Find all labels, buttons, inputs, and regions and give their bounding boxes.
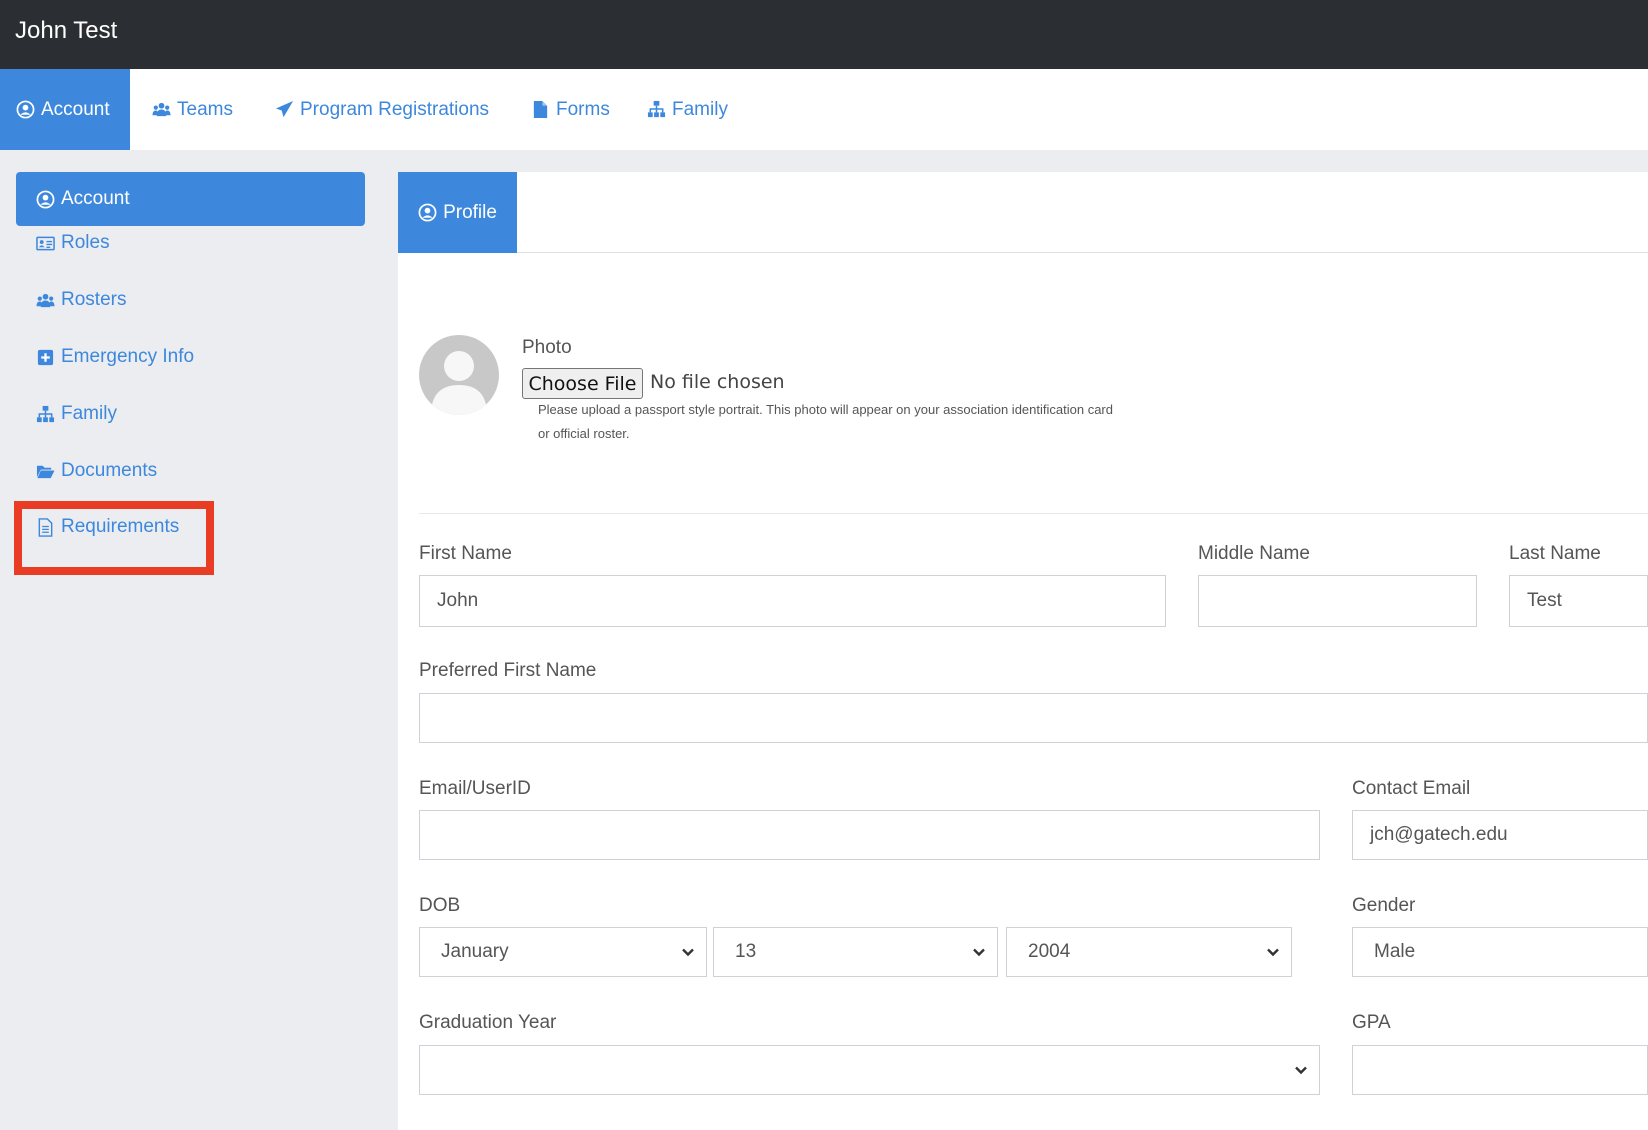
middle-name-field[interactable] <box>1198 575 1477 627</box>
nav-tab-program-registrations[interactable]: Program Registrations <box>275 69 489 150</box>
sidebar-item-account[interactable]: Account <box>16 172 365 226</box>
users-icon <box>152 102 171 117</box>
sidebar-item-emergency-info[interactable]: Emergency Info <box>36 346 194 368</box>
contact-email-label: Contact Email <box>1352 778 1471 799</box>
chevron-down-icon <box>1267 948 1279 957</box>
sidebar-item-label: Account <box>61 188 130 209</box>
gpa-label: GPA <box>1352 1012 1391 1033</box>
nav-tab-label: Teams <box>177 98 233 120</box>
sidebar-item-label: Emergency Info <box>61 346 195 367</box>
users-icon <box>36 293 55 307</box>
sidebar-item-roles[interactable]: Roles <box>36 232 110 254</box>
first-name-field[interactable]: John <box>419 575 1166 627</box>
gender-select[interactable]: Male <box>1352 927 1648 977</box>
sidebar: Account Roles Rosters Emergency Info Fam… <box>0 150 397 1130</box>
paper-plane-icon <box>275 100 294 118</box>
email-userid-label: Email/UserID <box>419 778 531 799</box>
dob-year-select[interactable]: 2004 <box>1006 927 1292 977</box>
user-name-title: John Test <box>15 17 118 44</box>
photo-help-line: Please upload a passport style portrait.… <box>538 402 1113 417</box>
chevron-down-icon <box>1295 1066 1307 1075</box>
user-circle-icon <box>16 100 35 119</box>
sidebar-item-documents[interactable]: Documents <box>36 460 157 482</box>
user-circle-icon <box>418 203 437 222</box>
sidebar-item-label: Roles <box>61 232 110 253</box>
requirements-highlight-box <box>14 501 214 575</box>
nav-tab-forms[interactable]: Forms <box>531 69 610 150</box>
dob-year-value: 2004 <box>1028 941 1071 962</box>
last-name-label: Last Name <box>1509 543 1601 564</box>
file-icon <box>533 100 548 119</box>
sidebar-item-label: Documents <box>61 460 158 481</box>
id-card-icon <box>36 236 55 250</box>
sidebar-item-family[interactable]: Family <box>36 403 117 425</box>
nav-tab-family[interactable]: Family <box>647 69 728 150</box>
user-circle-icon <box>36 190 55 208</box>
sitemap-icon <box>647 100 666 118</box>
tab-profile-label: Profile <box>443 201 497 223</box>
tab-profile[interactable]: Profile <box>398 172 517 253</box>
middle-name-label: Middle Name <box>1198 543 1310 564</box>
chevron-down-icon <box>682 948 694 957</box>
sidebar-item-label: Family <box>61 403 117 424</box>
nav-tab-label: Program Registrations <box>300 98 490 120</box>
choose-file-button[interactable]: Choose File <box>522 368 643 399</box>
nav-tab-label: Account <box>41 98 110 120</box>
avatar <box>419 335 499 415</box>
dob-month-select[interactable]: January <box>419 927 707 977</box>
dob-day-value: 13 <box>735 941 757 962</box>
email-userid-field[interactable] <box>419 810 1320 860</box>
app-header: John Test <box>0 0 1648 69</box>
file-status: No file chosen <box>650 371 785 393</box>
gender-label: Gender <box>1352 895 1416 916</box>
nav-tab-account[interactable]: Account <box>0 69 130 150</box>
nav-tab-teams[interactable]: Teams <box>152 69 233 150</box>
default-avatar-icon <box>431 351 487 415</box>
photo-help-text: Please upload a passport style portrait.… <box>538 398 1178 446</box>
last-name-field[interactable]: Test <box>1509 575 1648 627</box>
dob-month-value: January <box>441 941 509 962</box>
preferred-first-name-field[interactable] <box>419 693 1648 743</box>
chevron-down-icon <box>973 948 985 957</box>
nav-tab-label: Family <box>672 98 728 120</box>
profile-panel: Profile Photo Choose File No file chosen… <box>398 172 1648 1130</box>
folder-open-icon <box>36 465 55 478</box>
preferred-first-name-label: Preferred First Name <box>419 660 597 681</box>
nav-tab-label: Forms <box>556 98 610 120</box>
sitemap-icon <box>36 405 55 422</box>
contact-email-field[interactable]: jch@gatech.edu <box>1352 810 1648 860</box>
first-name-label: First Name <box>419 543 512 564</box>
panel-tabs: Profile <box>398 172 1648 253</box>
gpa-field[interactable] <box>1352 1045 1648 1095</box>
section-divider <box>419 513 1648 514</box>
gender-value: Male <box>1374 941 1416 962</box>
plus-square-icon <box>37 349 54 365</box>
dob-label: DOB <box>419 895 461 916</box>
sidebar-item-label: Rosters <box>61 289 127 310</box>
graduation-year-select[interactable] <box>419 1045 1320 1095</box>
top-nav: Account Teams Program Registrations Form… <box>0 69 1648 150</box>
photo-help-line: or official roster. <box>538 426 630 441</box>
sidebar-item-rosters[interactable]: Rosters <box>36 289 126 311</box>
photo-label: Photo <box>522 337 572 358</box>
dob-day-select[interactable]: 13 <box>713 927 998 977</box>
graduation-year-label: Graduation Year <box>419 1012 557 1033</box>
